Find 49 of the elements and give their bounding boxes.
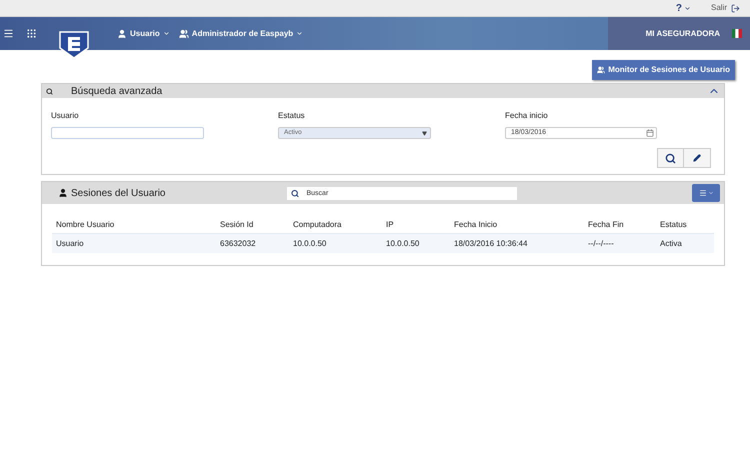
company-name: MI ASEGURADORA: [646, 28, 720, 40]
clear-button[interactable]: [684, 148, 711, 168]
column-header: Sesión Id: [220, 219, 254, 231]
table-cell-text: Activa: [660, 238, 683, 250]
panel-title: Sesiones del Usuario: [71, 186, 166, 200]
logout-icon: [731, 4, 740, 12]
help-menu[interactable]: ?: [676, 0, 691, 16]
field-label: Estatus: [278, 110, 306, 122]
table-cell-text: Usuario: [56, 238, 85, 250]
pencil-icon: [693, 154, 701, 162]
caret-icon: [296, 30, 304, 37]
user-icon: [58, 188, 68, 198]
shield-logo-icon: [59, 30, 89, 59]
caret-icon: [162, 30, 170, 37]
table-cell-text: 10.0.0.50: [386, 238, 420, 250]
panel-title: Búsqueda avanzada: [71, 84, 162, 98]
logout-link[interactable]: Salir: [710, 2, 740, 14]
caret-icon: [708, 190, 714, 196]
column-header: Fecha Inicio: [454, 219, 498, 231]
table-cell-text: 18/03/2016 10:36:44: [454, 238, 528, 250]
search-icon: [286, 186, 302, 200]
search-button[interactable]: [657, 148, 684, 168]
field-label: Fecha inicio: [505, 110, 549, 122]
column-header: IP: [386, 219, 395, 231]
options-button[interactable]: [692, 184, 720, 202]
apps-icon[interactable]: [26, 28, 37, 39]
users-icon: [597, 66, 606, 74]
caret-icon: [684, 4, 691, 12]
monitor-button[interactable]: Monitor de Sesiones de Usuario: [592, 60, 735, 80]
column-header: Estatus: [660, 219, 688, 231]
header-menu[interactable]: Usuario: [117, 28, 170, 40]
flag-icon: [732, 29, 742, 38]
table-cell-text: --/--/----: [588, 238, 615, 250]
menu-icon: [698, 189, 706, 197]
search-icon: [46, 88, 53, 94]
search-icon: [665, 152, 676, 164]
user-icon: [117, 28, 127, 38]
dropdown-icon: [422, 130, 427, 136]
column-header: Fecha Fin: [588, 219, 625, 231]
table-cell-text: 63632032: [220, 238, 257, 250]
users-icon: [178, 28, 189, 38]
field-label: Usuario: [51, 110, 80, 122]
column-header: Nombre Usuario: [56, 219, 116, 231]
user-field[interactable]: [51, 127, 204, 139]
column-header: Computadora: [293, 219, 342, 231]
menu-icon[interactable]: [3, 28, 14, 39]
table-cell-text: 10.0.0.50: [293, 238, 328, 250]
header-menu[interactable]: Administrador de Easpayb: [178, 28, 304, 40]
calendar-icon: [646, 129, 654, 137]
